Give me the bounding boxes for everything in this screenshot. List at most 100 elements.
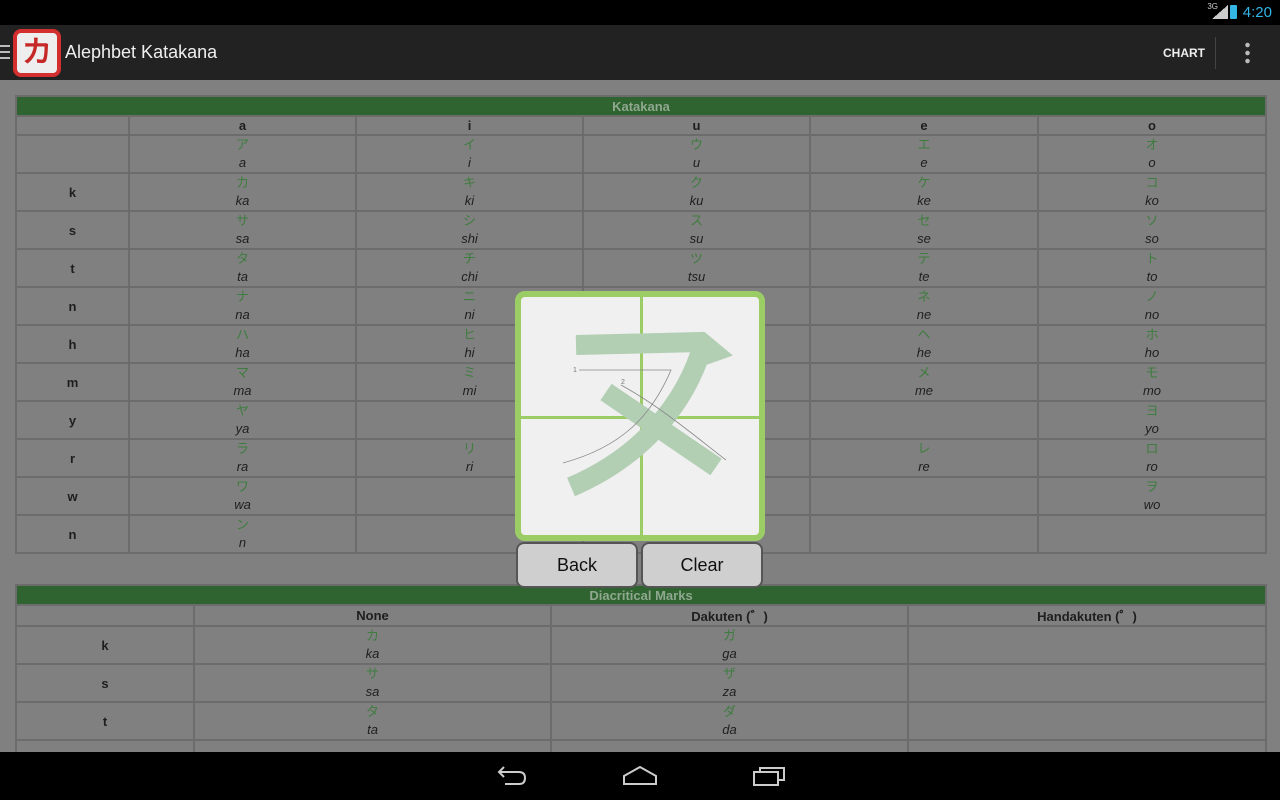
kana: メ: [917, 365, 931, 380]
kana-cell[interactable]: ヨ yo: [1037, 400, 1267, 440]
kana-cell[interactable]: ネ ne: [809, 286, 1039, 326]
kana-cell[interactable]: タ ta: [128, 248, 357, 288]
kana: ヤ: [235, 403, 249, 418]
kana: ト: [1145, 251, 1159, 266]
kana-cell[interactable]: チ chi: [355, 248, 584, 288]
kana-cell[interactable]: [906, 701, 1268, 741]
kana-cell[interactable]: ガ ga: [550, 625, 909, 665]
romaji: wo: [1143, 497, 1161, 512]
kana-cell[interactable]: ハ ha: [128, 324, 357, 364]
kana-cell[interactable]: コ ko: [1037, 172, 1267, 212]
kana-cell[interactable]: オo: [1037, 134, 1267, 174]
romaji: ta: [237, 269, 248, 284]
kana-cell[interactable]: ロ ro: [1037, 438, 1267, 478]
kana: ス: [689, 213, 703, 228]
kana-cell[interactable]: [809, 476, 1039, 516]
kana-cell[interactable]: ラ ra: [128, 438, 357, 478]
app-logo[interactable]: カ: [13, 29, 61, 77]
kana: ロ: [1145, 441, 1159, 456]
kana-cell[interactable]: ク ku: [582, 172, 811, 212]
romaji: su: [689, 231, 704, 246]
back-icon[interactable]: [495, 764, 529, 788]
kana-cell[interactable]: セ se: [809, 210, 1039, 250]
kana: タ: [365, 704, 379, 719]
kana-cell[interactable]: ウu: [582, 134, 811, 174]
kana-cell[interactable]: カ ka: [128, 172, 357, 212]
romaji: za: [722, 684, 737, 699]
overflow-menu-icon[interactable]: [1245, 41, 1250, 65]
chart-button[interactable]: CHART: [1163, 46, 1205, 60]
kana: カ: [365, 628, 379, 643]
row-label: k: [15, 625, 195, 665]
kana-cell[interactable]: ス su: [582, 210, 811, 250]
signal-icon: [1212, 5, 1228, 19]
kana-cell[interactable]: サ sa: [128, 210, 357, 250]
stroke-order-canvas[interactable]: 1 2: [515, 291, 765, 541]
kana-cell[interactable]: マ ma: [128, 362, 357, 402]
kana: マ: [235, 365, 249, 380]
kana-cell[interactable]: ワ wa: [128, 476, 357, 516]
romaji: ka: [365, 646, 380, 661]
kana-cell[interactable]: ホ ho: [1037, 324, 1267, 364]
kana-cell[interactable]: キ ki: [355, 172, 584, 212]
kana-cell[interactable]: ンn: [128, 514, 357, 554]
kana-cell[interactable]: ツ tsu: [582, 248, 811, 288]
kana: ア: [235, 137, 249, 152]
kana-cell[interactable]: ヲ wo: [1037, 476, 1267, 516]
kana-cell[interactable]: [809, 400, 1039, 440]
kana-cell[interactable]: ト to: [1037, 248, 1267, 288]
kana: ヲ: [1145, 479, 1159, 494]
row-label: t: [15, 248, 130, 288]
kana-cell[interactable]: ケ ke: [809, 172, 1039, 212]
row-label: y: [15, 400, 130, 440]
kana-cell[interactable]: [1037, 514, 1267, 554]
clear-button[interactable]: Clear: [641, 542, 763, 588]
kana-cell[interactable]: [809, 514, 1039, 554]
table-caption: Katakana: [15, 95, 1267, 117]
kana: ザ: [722, 666, 736, 681]
recents-icon[interactable]: [752, 764, 786, 788]
kana-cell[interactable]: ノ no: [1037, 286, 1267, 326]
kana-cell[interactable]: サ sa: [193, 663, 552, 703]
romaji: no: [1144, 307, 1160, 322]
drawer-icon[interactable]: [0, 45, 10, 59]
kana: チ: [462, 251, 476, 266]
kana-cell[interactable]: [906, 625, 1268, 665]
row-label: s: [15, 210, 130, 250]
kana: イ: [462, 137, 476, 152]
kana-cell[interactable]: ヤ ya: [128, 400, 357, 440]
column-header: u: [582, 115, 811, 136]
table-row: s サ sa シ shi ス su セ se ソ so: [15, 210, 1267, 250]
kana: ホ: [1145, 327, 1159, 342]
kana-cell[interactable]: テ te: [809, 248, 1039, 288]
romaji: shi: [461, 231, 478, 246]
kana: シ: [462, 213, 476, 228]
kana-cell[interactable]: カ ka: [193, 625, 552, 665]
kana-cell[interactable]: ナ na: [128, 286, 357, 326]
app-title: Alephbet Katakana: [65, 42, 218, 62]
kana-cell[interactable]: ヘ he: [809, 324, 1039, 364]
romaji: ra: [236, 459, 249, 474]
table-row: k カ ka キ ki ク ku ケ ke コ ko: [15, 172, 1267, 212]
kana-cell[interactable]: ダ da: [550, 701, 909, 741]
kana: カ: [235, 175, 249, 190]
kana-cell[interactable]: シ shi: [355, 210, 584, 250]
kana-cell[interactable]: ソ so: [1037, 210, 1267, 250]
kana-cell[interactable]: メ me: [809, 362, 1039, 402]
romaji: ka: [235, 193, 250, 208]
table-row: アaイiウuエeオo: [15, 134, 1267, 174]
kana-cell[interactable]: タ ta: [193, 701, 552, 741]
kana: サ: [235, 213, 249, 228]
kana-cell[interactable]: ザ za: [550, 663, 909, 703]
kana-cell[interactable]: [906, 663, 1268, 703]
kana-cell[interactable]: イi: [355, 134, 584, 174]
back-button[interactable]: Back: [516, 542, 638, 588]
home-icon[interactable]: [622, 764, 658, 788]
kana-cell[interactable]: レ re: [809, 438, 1039, 478]
diacritics-table: Diacritical Marks None Dakuten (゛) Handakut…: [14, 584, 1268, 779]
row-label: k: [15, 172, 130, 212]
kana-cell[interactable]: アa: [128, 134, 357, 174]
kana-cell[interactable]: モ mo: [1037, 362, 1267, 402]
kana: キ: [462, 175, 476, 190]
kana-cell[interactable]: エe: [809, 134, 1039, 174]
